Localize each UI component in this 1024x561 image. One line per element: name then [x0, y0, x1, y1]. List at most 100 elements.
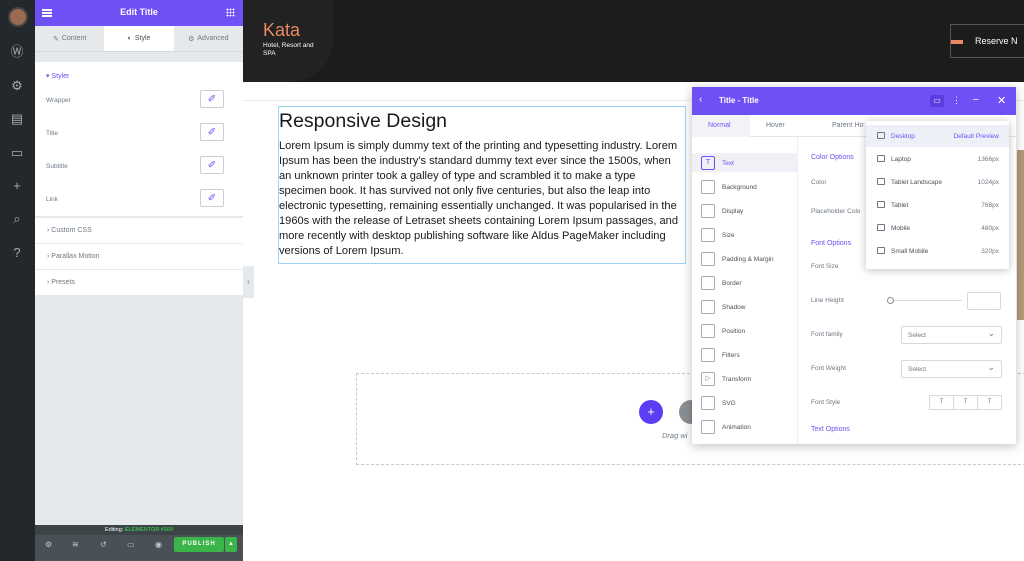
- collapsible-custom-css[interactable]: › Custom CSS: [35, 218, 243, 243]
- modal-header: ‹ Title - Title ▭ ⋮ – ✕: [692, 87, 1016, 115]
- responsive-icon[interactable]: ▭: [127, 540, 135, 549]
- more-icon[interactable]: ⋮: [952, 95, 961, 106]
- side-item-transform[interactable]: ▷ Transform: [701, 372, 751, 386]
- side-item-svg[interactable]: SVG: [701, 396, 736, 410]
- device-laptop[interactable]: Laptop 1366px: [866, 148, 1009, 170]
- font-weight-label: Font Weight: [811, 365, 846, 372]
- font-style-normal[interactable]: T: [930, 396, 954, 409]
- side-item-padding[interactable]: Padding & Margin: [701, 252, 774, 266]
- styler-button[interactable]: ✐: [200, 90, 224, 108]
- line-height-knob[interactable]: [887, 297, 894, 304]
- font-style-buttons: T T T: [929, 395, 1002, 410]
- styler-row-subtitle: Subtitle ✐: [35, 150, 243, 183]
- minimize-icon[interactable]: –: [973, 94, 979, 105]
- line-height-slider[interactable]: [889, 300, 962, 301]
- close-icon[interactable]: ✕: [997, 94, 1006, 107]
- help-icon[interactable]: ?: [9, 245, 25, 261]
- side-item-display[interactable]: Display: [701, 204, 743, 218]
- panel-footer: Editing: ELEMENTOR #509 ⚙ ≋ ↺ ▭ ◉ PUBLIS…: [35, 525, 243, 561]
- panel-header: Edit Title: [35, 0, 243, 26]
- font-family-label: Font family: [811, 331, 843, 338]
- styler-button[interactable]: ✐: [200, 189, 224, 207]
- wp-admin-sidebar: Ⓦ ⚙ ▤ ▭ + ⌕ ?: [0, 0, 35, 561]
- side-item-background[interactable]: Background: [701, 180, 757, 194]
- editing-label: Editing: ELEMENTOR #509: [35, 525, 243, 535]
- search-icon[interactable]: ⌕: [9, 211, 25, 227]
- responsive-dropdown: Desktop Default Preview Laptop 1366px Tabl…: [866, 121, 1009, 269]
- plus-icon[interactable]: +: [9, 178, 25, 194]
- settings-icon[interactable]: ⚙: [9, 78, 25, 94]
- tablet-icon: [877, 201, 885, 208]
- preview-icon[interactable]: ◉: [155, 540, 162, 549]
- font-weight-select[interactable]: Select: [901, 360, 1002, 378]
- back-icon[interactable]: ‹: [699, 94, 702, 105]
- styler-row-title: Title ✐: [35, 117, 243, 150]
- styler-button[interactable]: ✐: [200, 156, 224, 174]
- editor-panel: Edit Title ✎ Content ◐ Style ⚙ Advanced ▾ S…: [35, 0, 243, 561]
- font-options-heading: Font Options: [811, 240, 852, 247]
- side-item-shadow[interactable]: Shadow: [701, 300, 746, 314]
- site-header: Kata Hotel, Resort and SPA Reserve N: [243, 0, 1024, 82]
- page-heading: Responsive Design: [279, 110, 448, 132]
- font-size-label: Font Size: [811, 263, 839, 270]
- folder-icon[interactable]: ▭: [9, 145, 25, 161]
- collapsible-parallax-motion[interactable]: › Parallax Motion: [35, 244, 243, 269]
- side-item-animation[interactable]: Animation: [701, 420, 751, 434]
- collapsible-presets[interactable]: › Presets: [35, 270, 243, 295]
- tab-advanced[interactable]: ⚙ Advanced: [174, 26, 243, 51]
- drag-hint: Drag wi: [662, 431, 688, 440]
- device-tablet-landscape[interactable]: Tablet Landscape 1024px: [866, 171, 1009, 193]
- tab-parent-hover[interactable]: Parent Ho: [832, 122, 864, 129]
- side-item-border[interactable]: Border: [701, 276, 742, 290]
- side-item-position[interactable]: Position: [701, 324, 745, 338]
- font-style-oblique[interactable]: T: [978, 396, 1001, 409]
- tab-content[interactable]: ✎ Content: [35, 26, 104, 51]
- history-icon[interactable]: ↺: [100, 540, 107, 549]
- gear-icon: ⚙: [188, 35, 195, 43]
- site-logo[interactable]: Kata Hotel, Resort and SPA: [243, 0, 333, 82]
- transform-icon: ▷: [701, 372, 715, 386]
- grid-icon[interactable]: [226, 8, 235, 17]
- side-item-text[interactable]: T Text: [701, 156, 734, 170]
- device-tablet[interactable]: Tablet 768px: [866, 194, 1009, 216]
- laptop-icon: [877, 155, 885, 162]
- pencil-icon: ✎: [52, 35, 59, 43]
- styler-button[interactable]: ✐: [200, 123, 224, 141]
- background-icon: [701, 180, 715, 194]
- color-label: Color: [811, 179, 827, 186]
- side-item-size[interactable]: Size: [701, 228, 735, 242]
- tablet-landscape-icon: [877, 178, 885, 185]
- layers-icon[interactable]: ≋: [72, 540, 79, 549]
- collapse-panel-handle[interactable]: ‹: [243, 266, 254, 298]
- wordpress-icon[interactable]: Ⓦ: [9, 44, 25, 60]
- device-small-mobile[interactable]: Small Mobile 320px: [866, 240, 1009, 262]
- tab-hover[interactable]: Hover: [766, 122, 785, 129]
- tab-normal[interactable]: Normal: [708, 122, 731, 129]
- font-family-select[interactable]: Select: [901, 326, 1002, 344]
- title-widget[interactable]: Responsive Design Lorem Ipsum is simply …: [278, 106, 686, 264]
- tab-style[interactable]: ◐ Style: [104, 26, 174, 51]
- avatar[interactable]: [8, 7, 28, 27]
- half-circle-icon: ◐: [127, 35, 132, 42]
- filters-icon: [701, 348, 715, 362]
- small-mobile-icon: [877, 247, 885, 254]
- device-mobile[interactable]: Mobile 480px: [866, 217, 1009, 239]
- monitor-icon[interactable]: ▭: [930, 95, 944, 107]
- styler-row-wrapper: Wrapper ✐: [35, 84, 243, 117]
- animation-icon: [701, 420, 715, 434]
- chevron-up-icon[interactable]: ▲: [225, 537, 237, 552]
- device-desktop[interactable]: Desktop Default Preview: [866, 125, 1009, 147]
- add-section-button[interactable]: +: [639, 400, 663, 424]
- reserve-button[interactable]: Reserve N: [950, 24, 1024, 58]
- styler-section: ▾ Styler Wrapper ✐ Title ✐ Subtitle ✐ Link ✐: [35, 62, 243, 216]
- styler-row-link: Link ✐: [35, 183, 243, 216]
- styler-heading[interactable]: ▾ Styler: [35, 62, 243, 84]
- font-style-italic[interactable]: T: [954, 396, 978, 409]
- line-height-label: Line Height: [811, 297, 844, 304]
- chart-icon[interactable]: ▤: [9, 111, 25, 127]
- line-height-input[interactable]: [967, 292, 1001, 310]
- mobile-icon: [877, 224, 885, 231]
- publish-button[interactable]: PUBLISH: [174, 537, 224, 552]
- settings-icon[interactable]: ⚙: [45, 540, 52, 549]
- side-item-filters[interactable]: Filters: [701, 348, 740, 362]
